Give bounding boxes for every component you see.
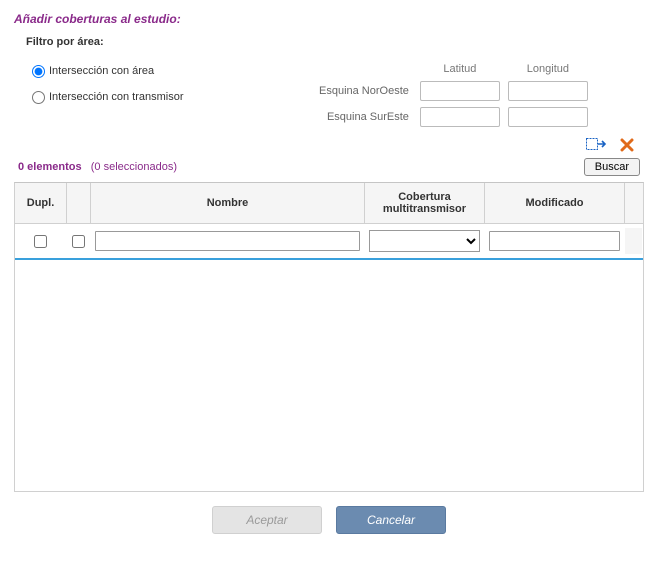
se-lat-input[interactable] <box>420 107 500 127</box>
modificado-filter-input[interactable] <box>489 231 620 251</box>
select-all-checkbox[interactable] <box>72 235 85 248</box>
se-lon-input[interactable] <box>508 107 588 127</box>
dialog-footer: Aceptar Cancelar <box>14 492 644 542</box>
grid-filter-row <box>15 224 643 260</box>
col-lat-header: Latitud <box>419 62 501 76</box>
cancel-button[interactable]: Cancelar <box>336 506 446 534</box>
coords-grid: Latitud Longitud Esquina NorOeste Esquin… <box>312 58 644 132</box>
delete-icon[interactable] <box>620 138 634 152</box>
multi-filter-select[interactable] <box>369 230 480 252</box>
col-check-header <box>67 183 91 223</box>
col-dupl-header[interactable]: Dupl. <box>15 183 67 223</box>
radio-tx-option[interactable]: Intersección con transmisor <box>32 84 312 110</box>
col-scroll-spacer <box>625 183 643 223</box>
radio-tx[interactable] <box>32 91 45 104</box>
status-row: 0 elementos (0 seleccionados) Buscar <box>18 158 640 176</box>
row-nw-label: Esquina NorOeste <box>318 80 413 102</box>
accept-button: Aceptar <box>212 506 322 534</box>
filter-section: Intersección con área Intersección con t… <box>14 58 644 132</box>
radio-group: Intersección con área Intersección con t… <box>32 58 312 110</box>
grid-body <box>15 260 643 492</box>
status-selected: (0 seleccionados) <box>91 161 177 173</box>
status-count: 0 elementos <box>18 161 82 173</box>
col-modificado-header[interactable]: Modificado <box>485 183 625 223</box>
status-text: 0 elementos (0 seleccionados) <box>18 161 177 173</box>
dupl-filter-checkbox[interactable] <box>34 235 47 248</box>
col-lon-header: Longitud <box>507 62 589 76</box>
coords-toolbar <box>14 138 634 152</box>
radio-area-option[interactable]: Intersección con área <box>32 58 312 84</box>
nw-lat-input[interactable] <box>420 81 500 101</box>
dialog-title: Añadir coberturas al estudio: <box>14 12 644 26</box>
radio-area-label: Intersección con área <box>49 65 154 77</box>
col-nombre-header[interactable]: Nombre <box>91 183 365 223</box>
radio-area[interactable] <box>32 65 45 78</box>
filter-scroll-spacer <box>625 228 643 254</box>
nw-lon-input[interactable] <box>508 81 588 101</box>
grid-header-row: Dupl. Nombre Cobertura multitransmisor M… <box>15 183 643 224</box>
search-button[interactable]: Buscar <box>584 158 640 176</box>
results-grid: Dupl. Nombre Cobertura multitransmisor M… <box>14 182 644 492</box>
radio-tx-label: Intersección con transmisor <box>49 91 184 103</box>
expand-selection-icon[interactable] <box>586 138 608 152</box>
row-se-label: Esquina SurEste <box>318 106 413 128</box>
col-multi-header[interactable]: Cobertura multitransmisor <box>365 183 485 223</box>
nombre-filter-input[interactable] <box>95 231 360 251</box>
filter-heading: Filtro por área: <box>26 36 644 48</box>
